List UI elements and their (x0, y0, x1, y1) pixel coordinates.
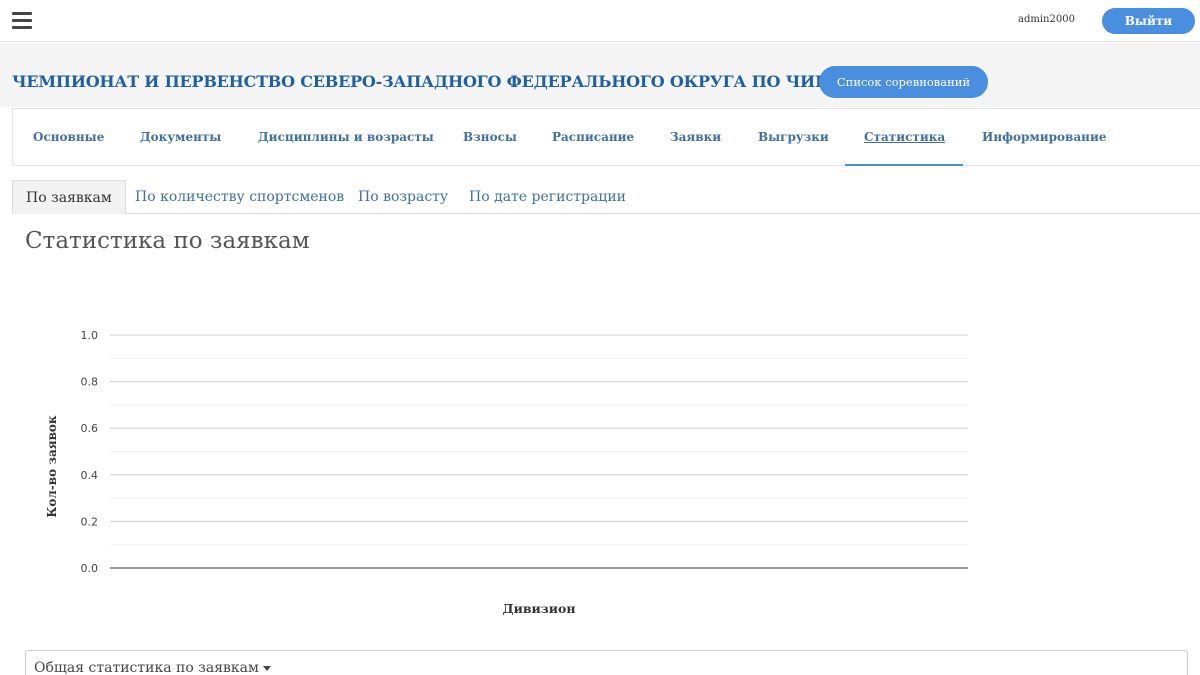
subtab-by-registration-date[interactable]: По дате регистрации (456, 180, 639, 214)
caret-down-icon (262, 665, 271, 671)
subtab-by-age[interactable]: По возрасту (345, 180, 461, 214)
tab-notifications[interactable]: Информирование (982, 130, 1107, 144)
competitions-list-button[interactable]: Список соревнований (819, 66, 988, 98)
stats-dropdown[interactable]: Общая статистика по заявкам (25, 650, 1188, 675)
main-nav: Основные Документы Дисциплины и возрасты… (12, 108, 1200, 166)
tab-exports[interactable]: Выгрузки (758, 130, 829, 144)
dropdown-label-text: Общая статистика по заявкам (34, 660, 259, 675)
top-bar: admin2000 Выйти (0, 0, 1200, 42)
y-tick-label: 0.8 (81, 376, 99, 389)
active-tab-indicator (845, 164, 963, 166)
hamburger-menu-icon[interactable] (12, 12, 32, 29)
tab-statistics[interactable]: Статистика (864, 130, 945, 144)
logout-button[interactable]: Выйти (1102, 8, 1195, 34)
tab-schedule[interactable]: Расписание (552, 130, 634, 144)
applications-chart: 0.0 0.2 0.4 0.6 0.8 1.0 Дивизион Кол-во заявок (45, 329, 968, 616)
subtab-by-applications[interactable]: По заявкам (12, 180, 126, 214)
sub-tabs: По заявкам По количеству спортсменов По … (12, 180, 1200, 214)
username: admin2000 (1018, 14, 1075, 25)
dropdown-label: Общая статистика по заявкам (34, 660, 271, 675)
y-tick-label: 0.2 (81, 515, 99, 528)
tab-documents[interactable]: Документы (140, 130, 221, 144)
x-axis-label: Дивизион (502, 601, 575, 616)
page-header: ЧЕМПИОНАТ И ПЕРВЕНСТВО СЕВЕРО-ЗАПАДНОГО … (0, 43, 1200, 107)
y-tick-label: 0.6 (81, 422, 99, 435)
tab-applications[interactable]: Заявки (670, 130, 721, 144)
y-tick-label: 0.4 (81, 469, 99, 482)
y-tick-label: 1.0 (81, 329, 99, 342)
tab-main[interactable]: Основные (33, 130, 104, 144)
subtab-by-athletes[interactable]: По количеству спортсменов (122, 180, 357, 214)
y-axis-label: Кол-во заявок (45, 415, 59, 518)
y-tick-label: 0.0 (81, 562, 99, 575)
section-title: Статистика по заявкам (25, 228, 310, 254)
tab-fees[interactable]: Взносы (463, 130, 517, 144)
page-title: ЧЕМПИОНАТ И ПЕРВЕНСТВО СЕВЕРО-ЗАПАДНОГО … (12, 72, 910, 91)
tab-disciplines[interactable]: Дисциплины и возрасты (258, 130, 434, 144)
